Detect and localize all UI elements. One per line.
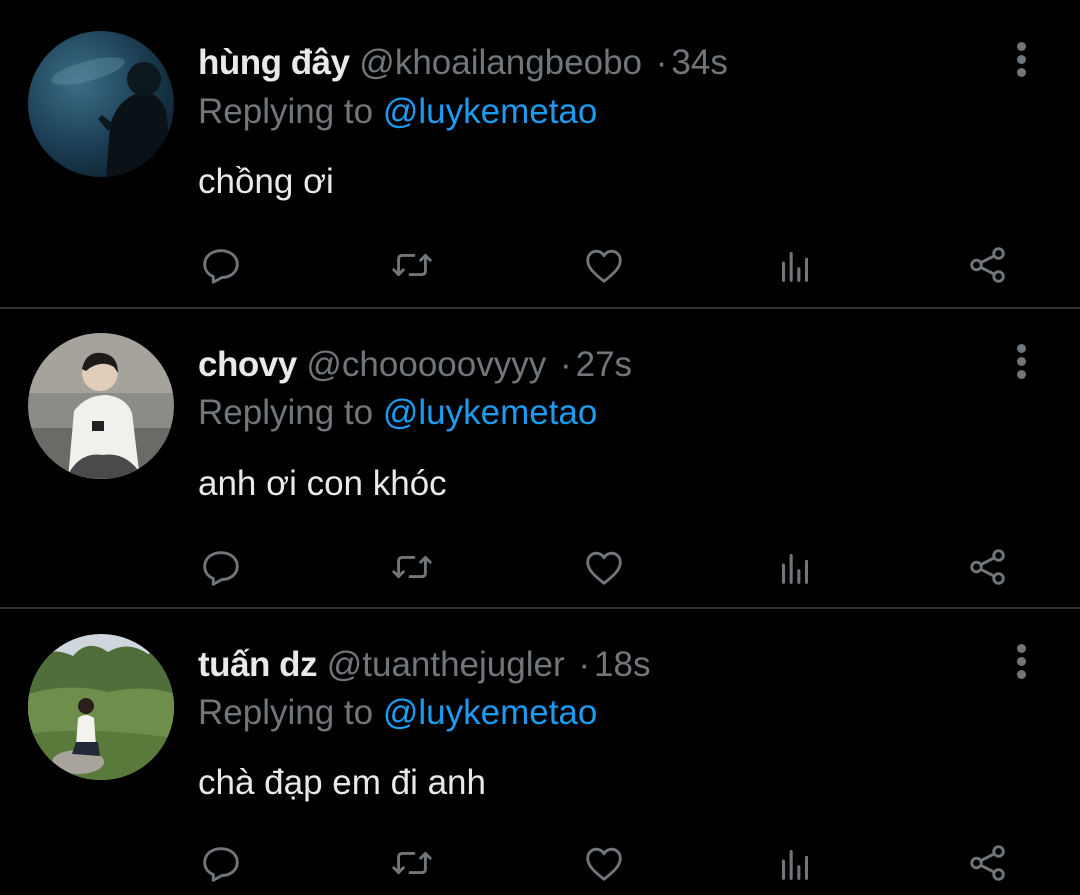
like-button[interactable] (579, 240, 629, 290)
replying-to-label: Replying to (198, 393, 374, 432)
more-vertical-icon[interactable] (1004, 40, 1038, 80)
reply-icon (203, 847, 239, 882)
tweet[interactable]: tuấn dz @tuanthejugler · 18s Replying to … (0, 610, 1080, 895)
reply-icon (203, 249, 239, 284)
analytics-icon (781, 849, 809, 880)
analytics-button[interactable] (770, 240, 820, 290)
tweet-text: chồng ơi (198, 162, 334, 201)
share-icon (970, 247, 1005, 283)
reply-button[interactable] (196, 838, 246, 888)
timestamp[interactable]: 18s (594, 645, 650, 684)
separator-dot: · (559, 345, 572, 384)
avatar[interactable] (28, 31, 174, 177)
retweet-icon (392, 555, 432, 579)
action-bar (0, 240, 1080, 290)
tweet[interactable]: chovy @chooooovyyy · 27s Replying to @luy… (0, 309, 1080, 609)
retweet-button[interactable] (387, 838, 437, 888)
user-handle[interactable]: @tuanthejugler (327, 645, 565, 684)
replying-to-label: Replying to (198, 693, 374, 732)
tweet-header: chovy @chooooovyyy · 27s (198, 342, 632, 388)
separator-dot: · (578, 645, 591, 684)
analytics-icon (781, 251, 809, 282)
more-vertical-icon[interactable] (1004, 342, 1038, 382)
display-name[interactable]: hùng đây (198, 43, 350, 82)
tweet[interactable]: hùng đây @khoailangbeobo · 34s Replying t… (0, 0, 1080, 308)
share-icon (970, 845, 1005, 881)
retweet-icon (392, 851, 432, 875)
display-name[interactable]: chovy (198, 345, 297, 384)
tweet-header: tuấn dz @tuanthejugler · 18s (198, 642, 650, 688)
display-name[interactable]: tuấn dz (198, 645, 317, 684)
share-button[interactable] (963, 240, 1013, 290)
avatar[interactable] (28, 333, 174, 479)
divider (0, 607, 1080, 609)
retweet-button[interactable] (387, 542, 437, 592)
timestamp[interactable]: 34s (671, 43, 727, 82)
heart-icon (586, 249, 622, 283)
replying-to: Replying to @luykemetao (198, 390, 597, 436)
retweet-icon (392, 253, 432, 277)
share-button[interactable] (963, 542, 1013, 592)
like-button[interactable] (579, 542, 629, 592)
share-button[interactable] (963, 838, 1013, 888)
reply-mention[interactable]: @luykemetao (383, 393, 598, 432)
action-bar (0, 838, 1080, 888)
replying-to: Replying to @luykemetao (198, 690, 597, 736)
reply-mention[interactable]: @luykemetao (383, 92, 598, 131)
heart-icon (586, 551, 622, 585)
retweet-button[interactable] (387, 240, 437, 290)
action-bar (0, 542, 1080, 592)
avatar[interactable] (28, 634, 174, 780)
replying-to-label: Replying to (198, 92, 374, 131)
analytics-icon (781, 553, 809, 584)
more-vertical-icon[interactable] (1004, 642, 1038, 682)
heart-icon (586, 847, 622, 881)
tweet-header: hùng đây @khoailangbeobo · 34s (198, 40, 728, 86)
timestamp[interactable]: 27s (576, 345, 632, 384)
reply-feed: hùng đây @khoailangbeobo · 34s Replying t… (0, 0, 1080, 895)
replying-to: Replying to @luykemetao (198, 89, 597, 135)
analytics-button[interactable] (770, 838, 820, 888)
reply-button[interactable] (196, 542, 246, 592)
user-handle[interactable]: @chooooovyyy (306, 345, 546, 384)
tweet-text: anh ơi con khóc (198, 464, 447, 503)
like-button[interactable] (579, 838, 629, 888)
user-handle[interactable]: @khoailangbeobo (359, 43, 642, 82)
reply-icon (203, 551, 239, 586)
reply-button[interactable] (196, 240, 246, 290)
reply-mention[interactable]: @luykemetao (383, 693, 598, 732)
share-icon (970, 549, 1005, 585)
separator-dot: · (655, 43, 668, 82)
tweet-text: chà đạp em đi anh (198, 763, 486, 802)
analytics-button[interactable] (770, 542, 820, 592)
